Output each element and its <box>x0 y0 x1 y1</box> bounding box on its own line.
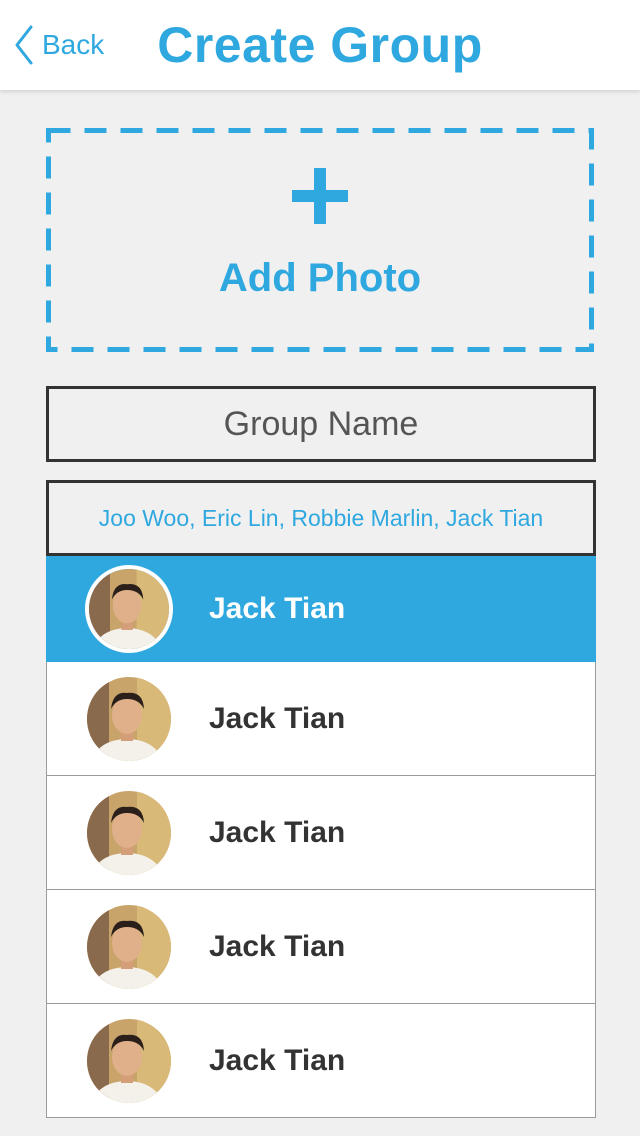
profile-photo <box>87 676 171 761</box>
contact-row[interactable]: Jack Tian <box>46 776 596 890</box>
avatar <box>87 904 171 989</box>
add-photo-label: Add Photo <box>218 256 422 300</box>
dashed-border <box>46 128 594 352</box>
contact-row[interactable]: Jack Tian <box>46 890 596 1004</box>
plus-icon <box>292 168 348 224</box>
contact-name: Jack Tian <box>209 591 346 625</box>
avatar <box>87 790 171 875</box>
avatar <box>85 564 173 653</box>
selected-members-summary: Joo Woo, Eric Lin, Robbie Marlin, Jack T… <box>46 480 596 556</box>
contact-row[interactable]: Jack Tian <box>46 556 596 662</box>
contact-row[interactable]: Jack Tian <box>46 1004 596 1118</box>
avatar <box>87 676 171 761</box>
page-title: Create Group <box>157 17 483 73</box>
group-name-input[interactable] <box>46 386 596 462</box>
contact-name: Jack Tian <box>209 815 346 849</box>
navigation-bar: Back Create Group <box>0 0 640 90</box>
profile-photo <box>87 790 171 875</box>
profile-photo <box>89 568 169 649</box>
contact-name: Jack Tian <box>209 701 346 735</box>
contact-row[interactable]: Jack Tian <box>46 662 596 776</box>
profile-photo <box>87 1018 171 1103</box>
avatar <box>87 1018 171 1103</box>
contact-name: Jack Tian <box>209 929 346 963</box>
profile-photo <box>87 904 171 989</box>
contact-name: Jack Tian <box>209 1043 346 1077</box>
add-photo-button[interactable]: Add Photo <box>46 128 594 352</box>
contact-list: Jack Tian Jack Tian Jack Tian Jack Tian … <box>46 556 596 1118</box>
